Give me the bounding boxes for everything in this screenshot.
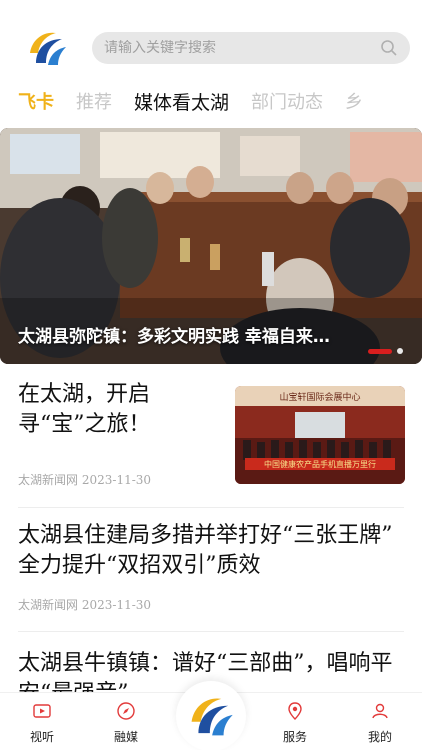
- channel-tabs: 飞卡 推荐 媒体看太湖 部门动态 乡: [0, 82, 422, 120]
- tab-recommend[interactable]: 推荐: [76, 88, 112, 114]
- nav-item-service[interactable]: 服务: [265, 701, 325, 745]
- carousel-dot: [397, 348, 403, 354]
- tab-feika[interactable]: 飞卡: [18, 88, 54, 114]
- news-thumbnail[interactable]: 山宝轩国际会展中心 中国健康农产品手机直播万里行: [235, 386, 405, 484]
- news-source: 太湖新闻网: [18, 598, 79, 612]
- tab-media-taihu[interactable]: 媒体看太湖: [134, 88, 229, 115]
- news-source: 太湖新闻网: [18, 473, 79, 487]
- news-date: 2023-11-30: [81, 473, 152, 487]
- nav-item-mine[interactable]: 我的: [350, 701, 410, 745]
- tab-department[interactable]: 部门动态: [251, 88, 323, 114]
- nav-item-media[interactable]: 融媒: [96, 701, 156, 745]
- search-bar[interactable]: [92, 32, 410, 64]
- thumb-sign: 中国健康农产品手机直播万里行: [264, 459, 376, 469]
- nav-label: 视听: [29, 730, 54, 744]
- news-meta: 太湖新闻网 2023-11-30: [18, 471, 151, 488]
- carousel-indicator: [368, 348, 403, 354]
- nav-label: 融媒: [113, 730, 138, 744]
- nav-item-home[interactable]: [176, 681, 246, 750]
- news-title[interactable]: 太湖县住建局多措并举打好“三张王牌” 全力提升“双招双引”质效: [18, 521, 404, 581]
- news-title[interactable]: 在太湖，开启寻“宝”之旅！: [18, 380, 218, 440]
- news-thumbnail-image: 山宝轩国际会展中心 中国健康农产品手机直播万里行: [235, 386, 405, 484]
- compass-icon: [117, 702, 135, 720]
- divider: [18, 507, 404, 508]
- search-icon[interactable]: [380, 39, 398, 57]
- nav-label: 我的: [367, 730, 392, 744]
- divider: [18, 631, 404, 632]
- nav-label: 服务: [282, 730, 307, 744]
- news-date: 2023-11-30: [81, 598, 152, 612]
- carousel-dot-active: [368, 348, 392, 354]
- app-logo-icon: [191, 698, 233, 736]
- user-icon: [372, 703, 388, 719]
- location-icon: [288, 702, 302, 720]
- news-item[interactable]: 太湖县住建局多措并举打好“三张王牌” 全力提升“双招双引”质效: [18, 521, 404, 581]
- nav-item-video[interactable]: 视听: [12, 701, 72, 745]
- app-logo-icon[interactable]: [26, 27, 68, 69]
- news-item[interactable]: 在太湖，开启寻“宝”之旅！: [18, 380, 218, 440]
- tab-township[interactable]: 乡: [345, 88, 363, 114]
- news-meta: 太湖新闻网 2023-11-30: [18, 596, 151, 613]
- banner-caption[interactable]: 太湖县弥陀镇：多彩文明实践 幸福自来…: [18, 322, 390, 347]
- video-icon: [33, 704, 51, 718]
- search-input[interactable]: [104, 40, 380, 56]
- thumb-header: 山宝轩国际会展中心: [279, 391, 360, 403]
- app-header: [0, 0, 422, 78]
